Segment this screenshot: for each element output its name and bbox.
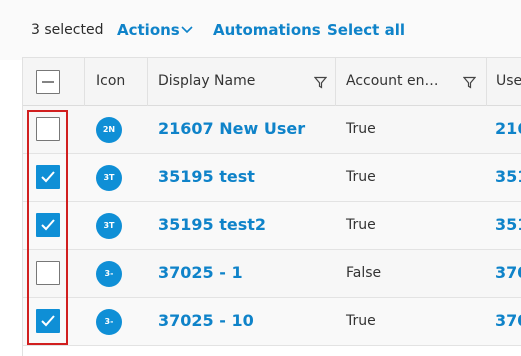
account-enabled-value: True [346,169,376,185]
avatar: 3T [96,165,122,191]
column-divider [147,58,148,106]
user-display-name-link[interactable]: 37025 - 1 [158,263,243,282]
account-enabled-value: True [346,217,376,233]
user-link[interactable]: 216 [495,119,521,138]
user-display-name-link[interactable]: 35195 test [158,167,255,186]
actions-button[interactable]: Actions [117,21,180,39]
select-all-button[interactable]: Select all [327,21,405,39]
automations-button[interactable]: Automations [213,21,321,39]
toolbar: 3 selected Actions Automations Select al… [0,0,521,60]
filter-icon[interactable] [314,76,327,89]
checkbox-column-highlight [27,110,68,345]
avatar: 3- [96,261,122,287]
column-header-display-name[interactable]: Display Name [158,73,255,89]
table-row[interactable]: 3T 35195 test2 True 351 [23,202,521,250]
account-enabled-value: True [346,313,376,329]
table-row[interactable]: 3T 35195 test True 351 [23,154,521,202]
users-grid: Icon Display Name Account en… Use 2N 216… [22,57,521,356]
user-link[interactable]: 370 [495,311,521,330]
user-display-name-link[interactable]: 35195 test2 [158,215,266,234]
user-link[interactable]: 351 [495,215,521,234]
chevron-down-icon[interactable] [181,25,193,35]
user-link[interactable]: 351 [495,167,521,186]
table-row[interactable]: 3- 37025 - 10 True 370 [23,298,521,346]
column-header-user[interactable]: Use [496,73,521,89]
avatar: 3T [96,213,122,239]
minus-icon [42,81,54,83]
user-display-name-link[interactable]: 21607 New User [158,119,305,138]
table-row[interactable]: 2N 21607 New User True 216 [23,106,521,154]
account-enabled-value: True [346,121,376,137]
column-divider [486,58,487,106]
avatar: 3- [96,309,122,335]
user-display-name-link[interactable]: 37025 - 10 [158,311,254,330]
column-header-account-enabled[interactable]: Account en… [346,73,438,89]
table-row[interactable]: 3- 37025 - 1 False 370 [23,250,521,298]
filter-icon[interactable] [463,76,476,89]
account-enabled-value: False [346,265,382,281]
column-divider [335,58,336,106]
select-all-checkbox[interactable] [36,70,60,94]
avatar: 2N [96,117,122,143]
grid-header: Icon Display Name Account en… Use [23,58,521,106]
user-link[interactable]: 370 [495,263,521,282]
column-divider [84,58,85,106]
selected-count: 3 selected [31,22,104,38]
column-header-icon[interactable]: Icon [96,73,125,89]
